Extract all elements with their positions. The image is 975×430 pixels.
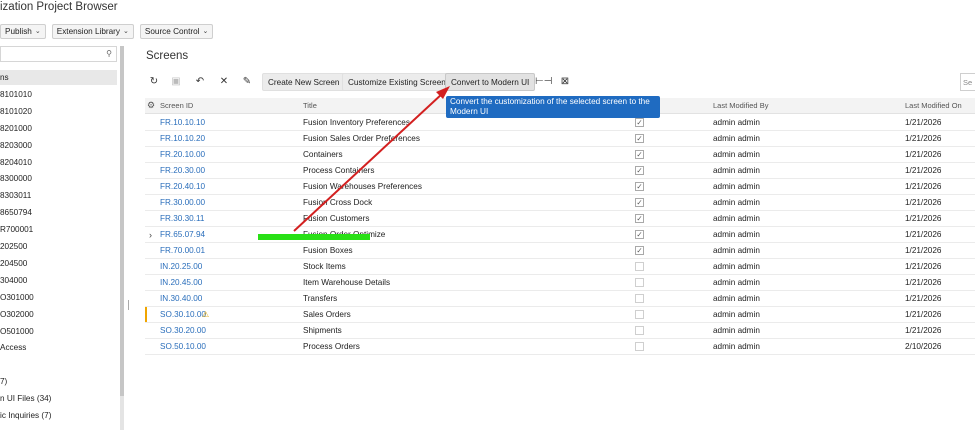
- red-arrow-annotation: [293, 86, 450, 232]
